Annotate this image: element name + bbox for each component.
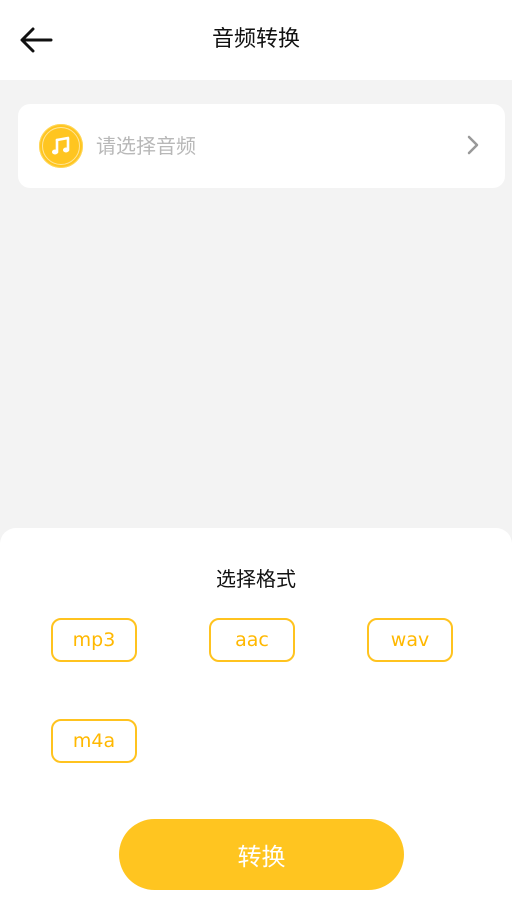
page-title: 音频转换 bbox=[211, 27, 300, 52]
format-option-m4a[interactable]: m4a bbox=[51, 719, 137, 763]
top-bar: 音频转换 bbox=[0, 0, 512, 80]
select-audio-row[interactable]: 请选择音频 bbox=[18, 104, 505, 188]
format-sheet: 选择格式 mp3 aac wav m4a 转换 bbox=[0, 528, 512, 906]
format-sheet-title: 选择格式 bbox=[216, 567, 296, 591]
select-audio-placeholder: 请选择音频 bbox=[96, 134, 196, 158]
format-option-wav[interactable]: wav bbox=[367, 618, 453, 662]
convert-button[interactable]: 转换 bbox=[119, 819, 404, 890]
music-note-icon bbox=[39, 124, 83, 168]
format-option-mp3[interactable]: mp3 bbox=[51, 618, 137, 662]
chevron-right-icon bbox=[467, 135, 479, 155]
format-option-aac[interactable]: aac bbox=[209, 618, 295, 662]
